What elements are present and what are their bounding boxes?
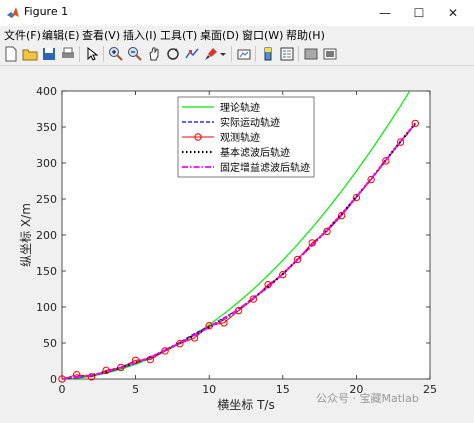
brush-icon[interactable] (203, 46, 219, 62)
close-button[interactable]: ✕ (436, 0, 470, 26)
menu-help[interactable]: 帮助(H) (286, 27, 325, 43)
x-tick-label: 15 (276, 383, 290, 396)
y-tick-label: 300 (36, 157, 57, 170)
y-tick-label: 150 (36, 265, 57, 278)
x-axis-label: 横坐标 T/s (217, 398, 274, 412)
watermark: 公众号 · 宝藏Matlab (316, 392, 419, 405)
zoom-in-icon[interactable] (108, 46, 124, 62)
show-plot-tools-icon[interactable] (322, 46, 338, 62)
y-tick-label: 200 (36, 229, 57, 242)
menu-bar: 文件(F) 编辑(E) 查看(V) 插入(I) 工具(T) 桌面(D) 窗口(W… (0, 26, 474, 43)
toolbar-separator (231, 46, 232, 62)
menu-tools[interactable]: 工具(T) (160, 27, 197, 43)
y-tick-label: 350 (36, 121, 57, 134)
save-icon[interactable] (41, 46, 57, 62)
pointer-icon[interactable] (84, 46, 100, 62)
menu-desktop[interactable]: 桌面(D) (200, 27, 239, 43)
legend-label-2: 实际运动轨迹 (220, 116, 280, 129)
pan-icon[interactable] (146, 46, 162, 62)
x-tick-label: 5 (132, 383, 139, 396)
legend-label-4: 基本滤波后轨迹 (220, 146, 290, 159)
toolbar-separator (79, 46, 80, 62)
matlab-logo-icon (7, 7, 19, 18)
x-tick-label: 25 (423, 383, 437, 396)
menu-insert[interactable]: 插入(I) (123, 27, 157, 43)
x-tick-label: 0 (59, 383, 66, 396)
menu-view[interactable]: 查看(V) (82, 27, 120, 43)
data-cursor-icon[interactable] (184, 46, 200, 62)
rotate-3d-icon[interactable] (165, 46, 181, 62)
menu-window[interactable]: 窗口(W) (242, 27, 283, 43)
link-plot-icon[interactable] (236, 46, 252, 62)
hide-plot-tools-icon[interactable] (303, 46, 319, 62)
x-tick-label: 10 (202, 383, 216, 396)
zoom-out-icon[interactable] (127, 46, 143, 62)
legend-label-3: 观测轨迹 (220, 131, 260, 144)
toolbar-separator (298, 46, 299, 62)
y-tick-label: 250 (36, 193, 57, 206)
toolbar-separator (255, 46, 256, 62)
chevron-down-icon[interactable] (218, 46, 228, 62)
y-axis-label: 纵坐标 X/m (19, 203, 33, 267)
minimize-button[interactable]: — (368, 0, 402, 26)
new-figure-icon[interactable] (3, 46, 19, 62)
y-tick-label: 50 (43, 337, 57, 350)
print-icon[interactable] (60, 46, 76, 62)
legend-icon[interactable] (279, 46, 295, 62)
colorbar-icon[interactable] (260, 46, 276, 62)
legend-label-5: 固定增益滤波后轨迹 (220, 161, 310, 174)
toolbar-separator (103, 46, 104, 62)
trajectory-chart: 0 5 10 15 20 25050100150200250300350400横坐标 T/… (19, 85, 437, 412)
y-tick-label: 0 (50, 373, 57, 386)
y-tick-label: 400 (36, 85, 57, 98)
toolbar (0, 43, 474, 66)
menu-edit[interactable]: 编辑(E) (42, 27, 80, 43)
title-bar: Figure 1 — ☐ ✕ (0, 0, 474, 27)
y-tick-label: 100 (36, 301, 57, 314)
menu-file[interactable]: 文件(F) (4, 27, 41, 43)
figure-canvas: 0 5 10 15 20 25 0 50 100 150 200 250 300 350 400 横坐标 T/… (0, 66, 474, 419)
legend-label-1: 理论轨迹 (220, 101, 260, 114)
window-title: Figure 1 (24, 5, 69, 18)
maximize-button[interactable]: ☐ (402, 0, 436, 26)
open-file-icon[interactable] (22, 46, 38, 62)
